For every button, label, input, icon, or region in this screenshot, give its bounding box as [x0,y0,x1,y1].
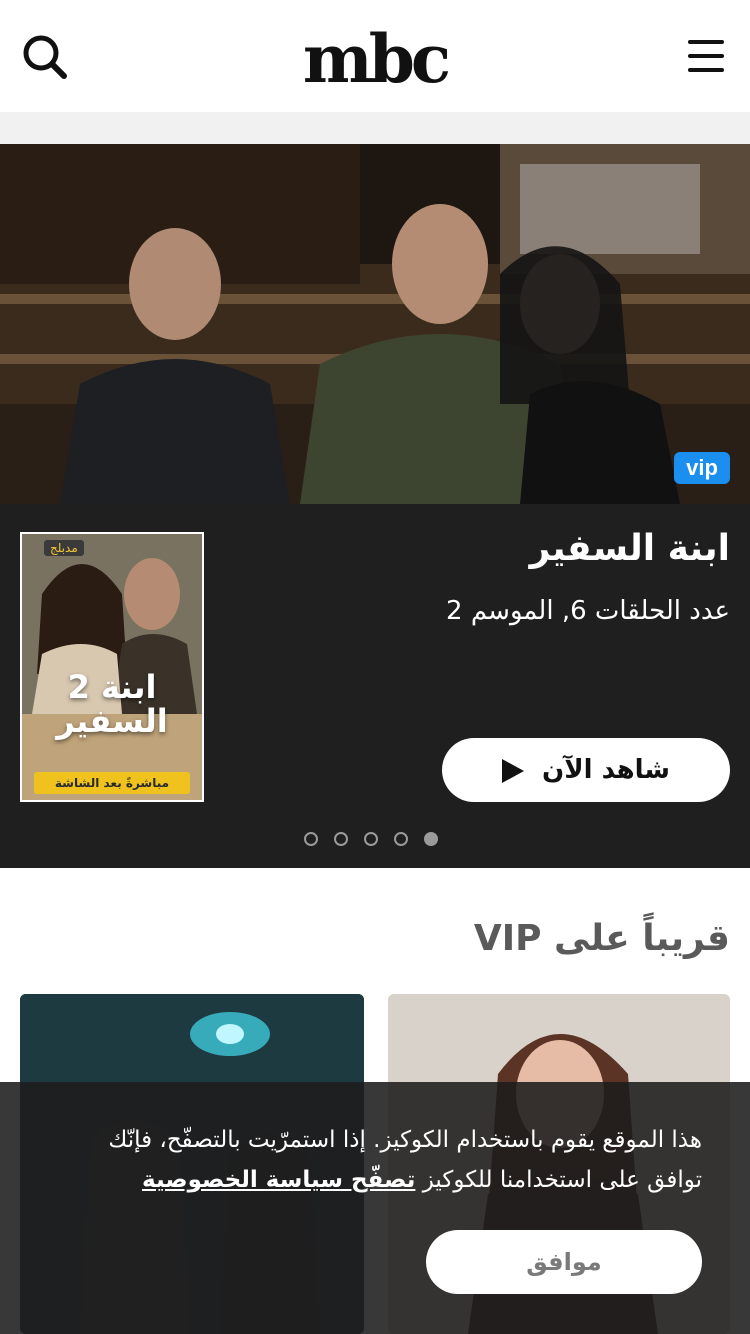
poster-title: ابنة 2 السفير [22,670,202,738]
site-header: mbc [0,0,750,112]
mbc-logo[interactable]: mbc [300,20,453,98]
logo-mark: mbc [303,20,453,98]
hero-scene [0,144,750,504]
show-poster[interactable]: مدبلج ابنة 2 السفير مباشرةً بعد الشاشة [20,532,204,802]
menu-button[interactable] [684,38,728,74]
play-icon [502,759,525,783]
agree-button[interactable]: موافق [426,1230,702,1294]
section-title: قريباً على VIP [473,918,730,959]
carousel-dot[interactable] [304,832,318,846]
cookie-message: هذا الموقع يقوم باستخدام الكوكيز. إذا اس… [62,1120,702,1200]
show-title[interactable]: ابنة السفير [530,528,730,569]
carousel-dot-active[interactable] [424,832,438,846]
poster-strip: مباشرةً بعد الشاشة [34,772,190,794]
vip-badge: vip [674,452,730,484]
carousel-dot[interactable] [364,832,378,846]
carousel-dot[interactable] [334,832,348,846]
poster-title-line2: السفير [56,702,168,740]
dubbed-badge: مدبلج [44,540,84,556]
hero-image[interactable] [0,144,750,504]
watch-now-label: شاهد الآن [542,755,670,785]
privacy-policy-link[interactable]: تصفّح سياسة الخصوصية [142,1167,415,1193]
poster-art [22,534,202,800]
show-episodes-season: عدد الحلقات 6, الموسم 2 [446,596,730,626]
poster-title-line1: ابنة 2 [67,668,157,706]
carousel-dot[interactable] [394,832,408,846]
hamburger-menu-icon [684,38,728,74]
header-divider-band [0,112,750,144]
carousel-pagination [304,832,448,848]
logo-text: mbc [303,26,449,88]
search-button[interactable] [20,32,68,80]
watch-now-button[interactable]: شاهد الآن [442,738,730,802]
search-icon [23,35,67,79]
